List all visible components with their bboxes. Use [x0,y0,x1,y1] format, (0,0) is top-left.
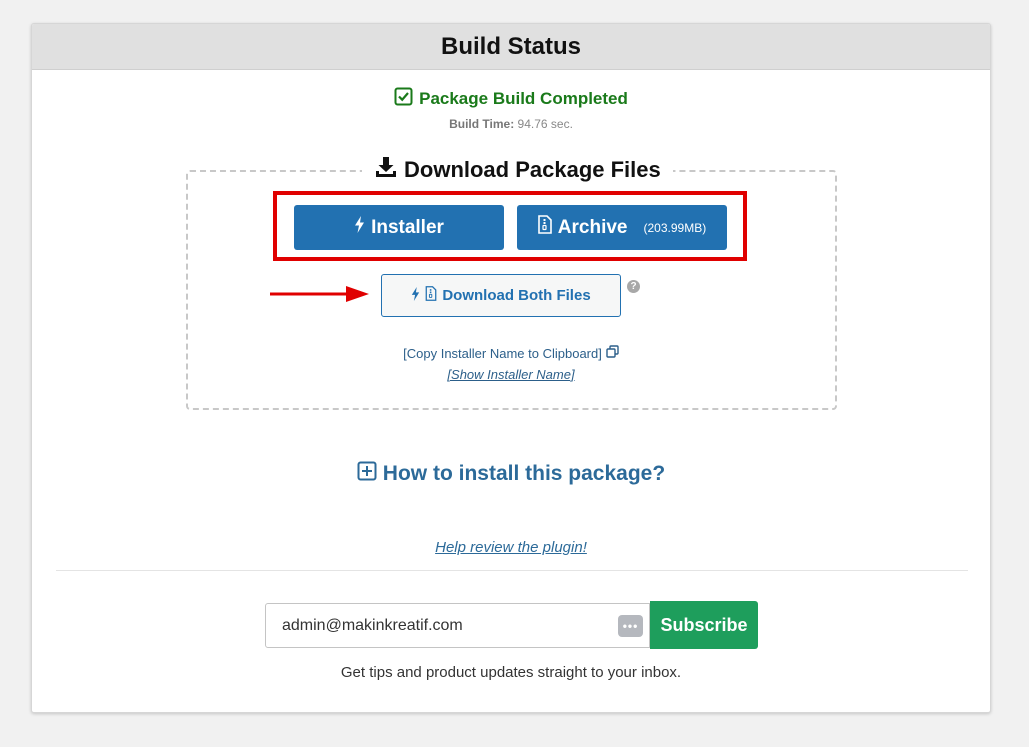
email-field[interactable] [280,615,604,636]
show-installer-link[interactable]: [Show Installer Name] [32,367,990,382]
installer-label: Installer [371,216,444,238]
installer-button[interactable]: Installer [294,205,504,250]
download-icon [374,155,398,185]
panel-title: Build Status [32,24,990,70]
how-to-text: How to install this package? [382,462,666,485]
build-time-label: Build Time: [449,117,515,131]
subscribe-tips: Get tips and product updates straight to… [340,664,682,681]
help-icon[interactable]: ? [627,280,640,293]
download-both-label: Download Both Files [442,287,591,304]
email-field-wrapper: ••• [265,603,650,648]
download-legend: Download Package Files [362,155,673,185]
download-legend-text: Download Package Files [404,157,661,182]
copy-icon [606,345,619,361]
subscribe-button[interactable]: Subscribe [650,601,758,649]
file-archive-icon [537,215,552,240]
bolt-icon [411,286,420,305]
divider [56,570,968,571]
status-text: Package Build Completed [419,89,628,108]
archive-label: Archive [557,216,628,238]
build-time: Build Time: 94.76 sec. [32,117,990,131]
build-status: Package Build Completed [32,87,990,111]
checkbox-checked-icon [394,87,413,111]
bolt-icon [354,216,365,239]
copy-installer-link[interactable]: [Copy Installer Name to Clipboard] [32,345,990,361]
how-to-install-toggle[interactable]: How to install this package? [32,461,990,487]
password-manager-icon[interactable]: ••• [618,614,643,637]
archive-size: (203.99MB) [643,220,707,235]
build-status-panel: Build Status Package Build Completed Bui… [31,23,991,713]
copy-installer-text: [Copy Installer Name to Clipboard] [403,345,602,361]
review-plugin-link[interactable]: Help review the plugin! [32,539,990,556]
download-both-button[interactable]: Download Both Files [381,274,621,317]
build-time-value: 94.76 sec. [517,117,573,131]
arrow-right-icon [270,286,370,307]
archive-button[interactable]: Archive (203.99MB) [517,205,727,250]
file-archive-icon [425,286,437,305]
plus-square-icon [357,461,377,487]
